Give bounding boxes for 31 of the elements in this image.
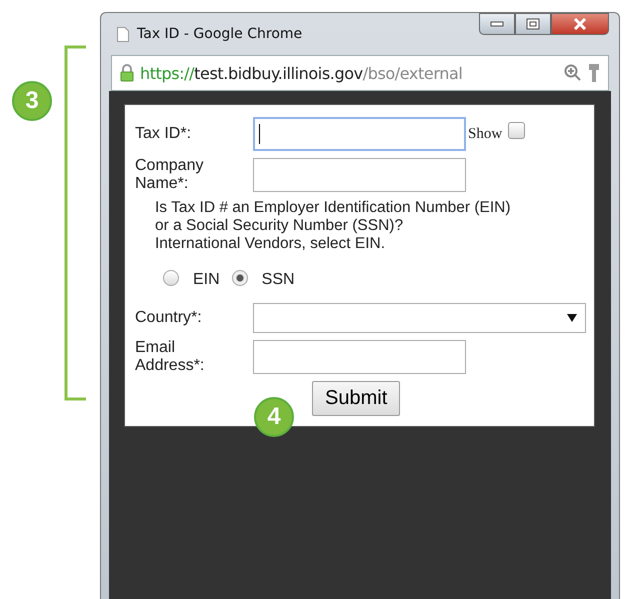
address-bar[interactable]: https://test.bidbuy.illinois.gov/bso/external <box>111 55 609 91</box>
question-text: Is Tax ID # an Employer Identification Number (EIN) or a Social Security Number (SSN)? International Vendors, select EIN. <box>155 199 512 253</box>
step-badge: 3 <box>12 81 52 121</box>
field-label: Email Address*: <box>135 339 206 375</box>
radio-button[interactable] <box>163 270 179 286</box>
submit-button[interactable]: Submit <box>312 381 400 416</box>
radio-label: EIN <box>193 271 220 289</box>
country-dropdown[interactable] <box>253 303 586 333</box>
radio-label: SSN <box>262 271 295 289</box>
show-checkbox[interactable] <box>508 122 526 138</box>
url-text: https://test.bidbuy.illinois.gov/bso/external <box>140 64 462 82</box>
key-icon[interactable] <box>588 63 600 83</box>
field-label: Company Name*: <box>135 157 204 193</box>
radio-button[interactable] <box>232 270 248 286</box>
window-title: Tax ID - Google Chrome <box>137 26 302 42</box>
lock-icon <box>120 64 134 82</box>
field-label: Country*: <box>135 309 203 327</box>
show-label: Show <box>468 126 502 142</box>
minimize-icon <box>490 21 504 27</box>
text-field[interactable] <box>253 340 466 374</box>
dropdown-caret-icon <box>567 314 577 322</box>
text-field[interactable] <box>253 117 466 151</box>
text-field[interactable] <box>253 158 466 192</box>
page-icon <box>117 26 129 42</box>
field-label: Tax ID*: <box>135 125 192 143</box>
close-button[interactable] <box>551 13 609 35</box>
minimize-button[interactable] <box>479 13 515 35</box>
maximize-button[interactable] <box>515 13 551 35</box>
close-icon <box>573 18 587 30</box>
maximize-icon <box>526 18 540 30</box>
zoom-icon[interactable] <box>564 64 582 82</box>
